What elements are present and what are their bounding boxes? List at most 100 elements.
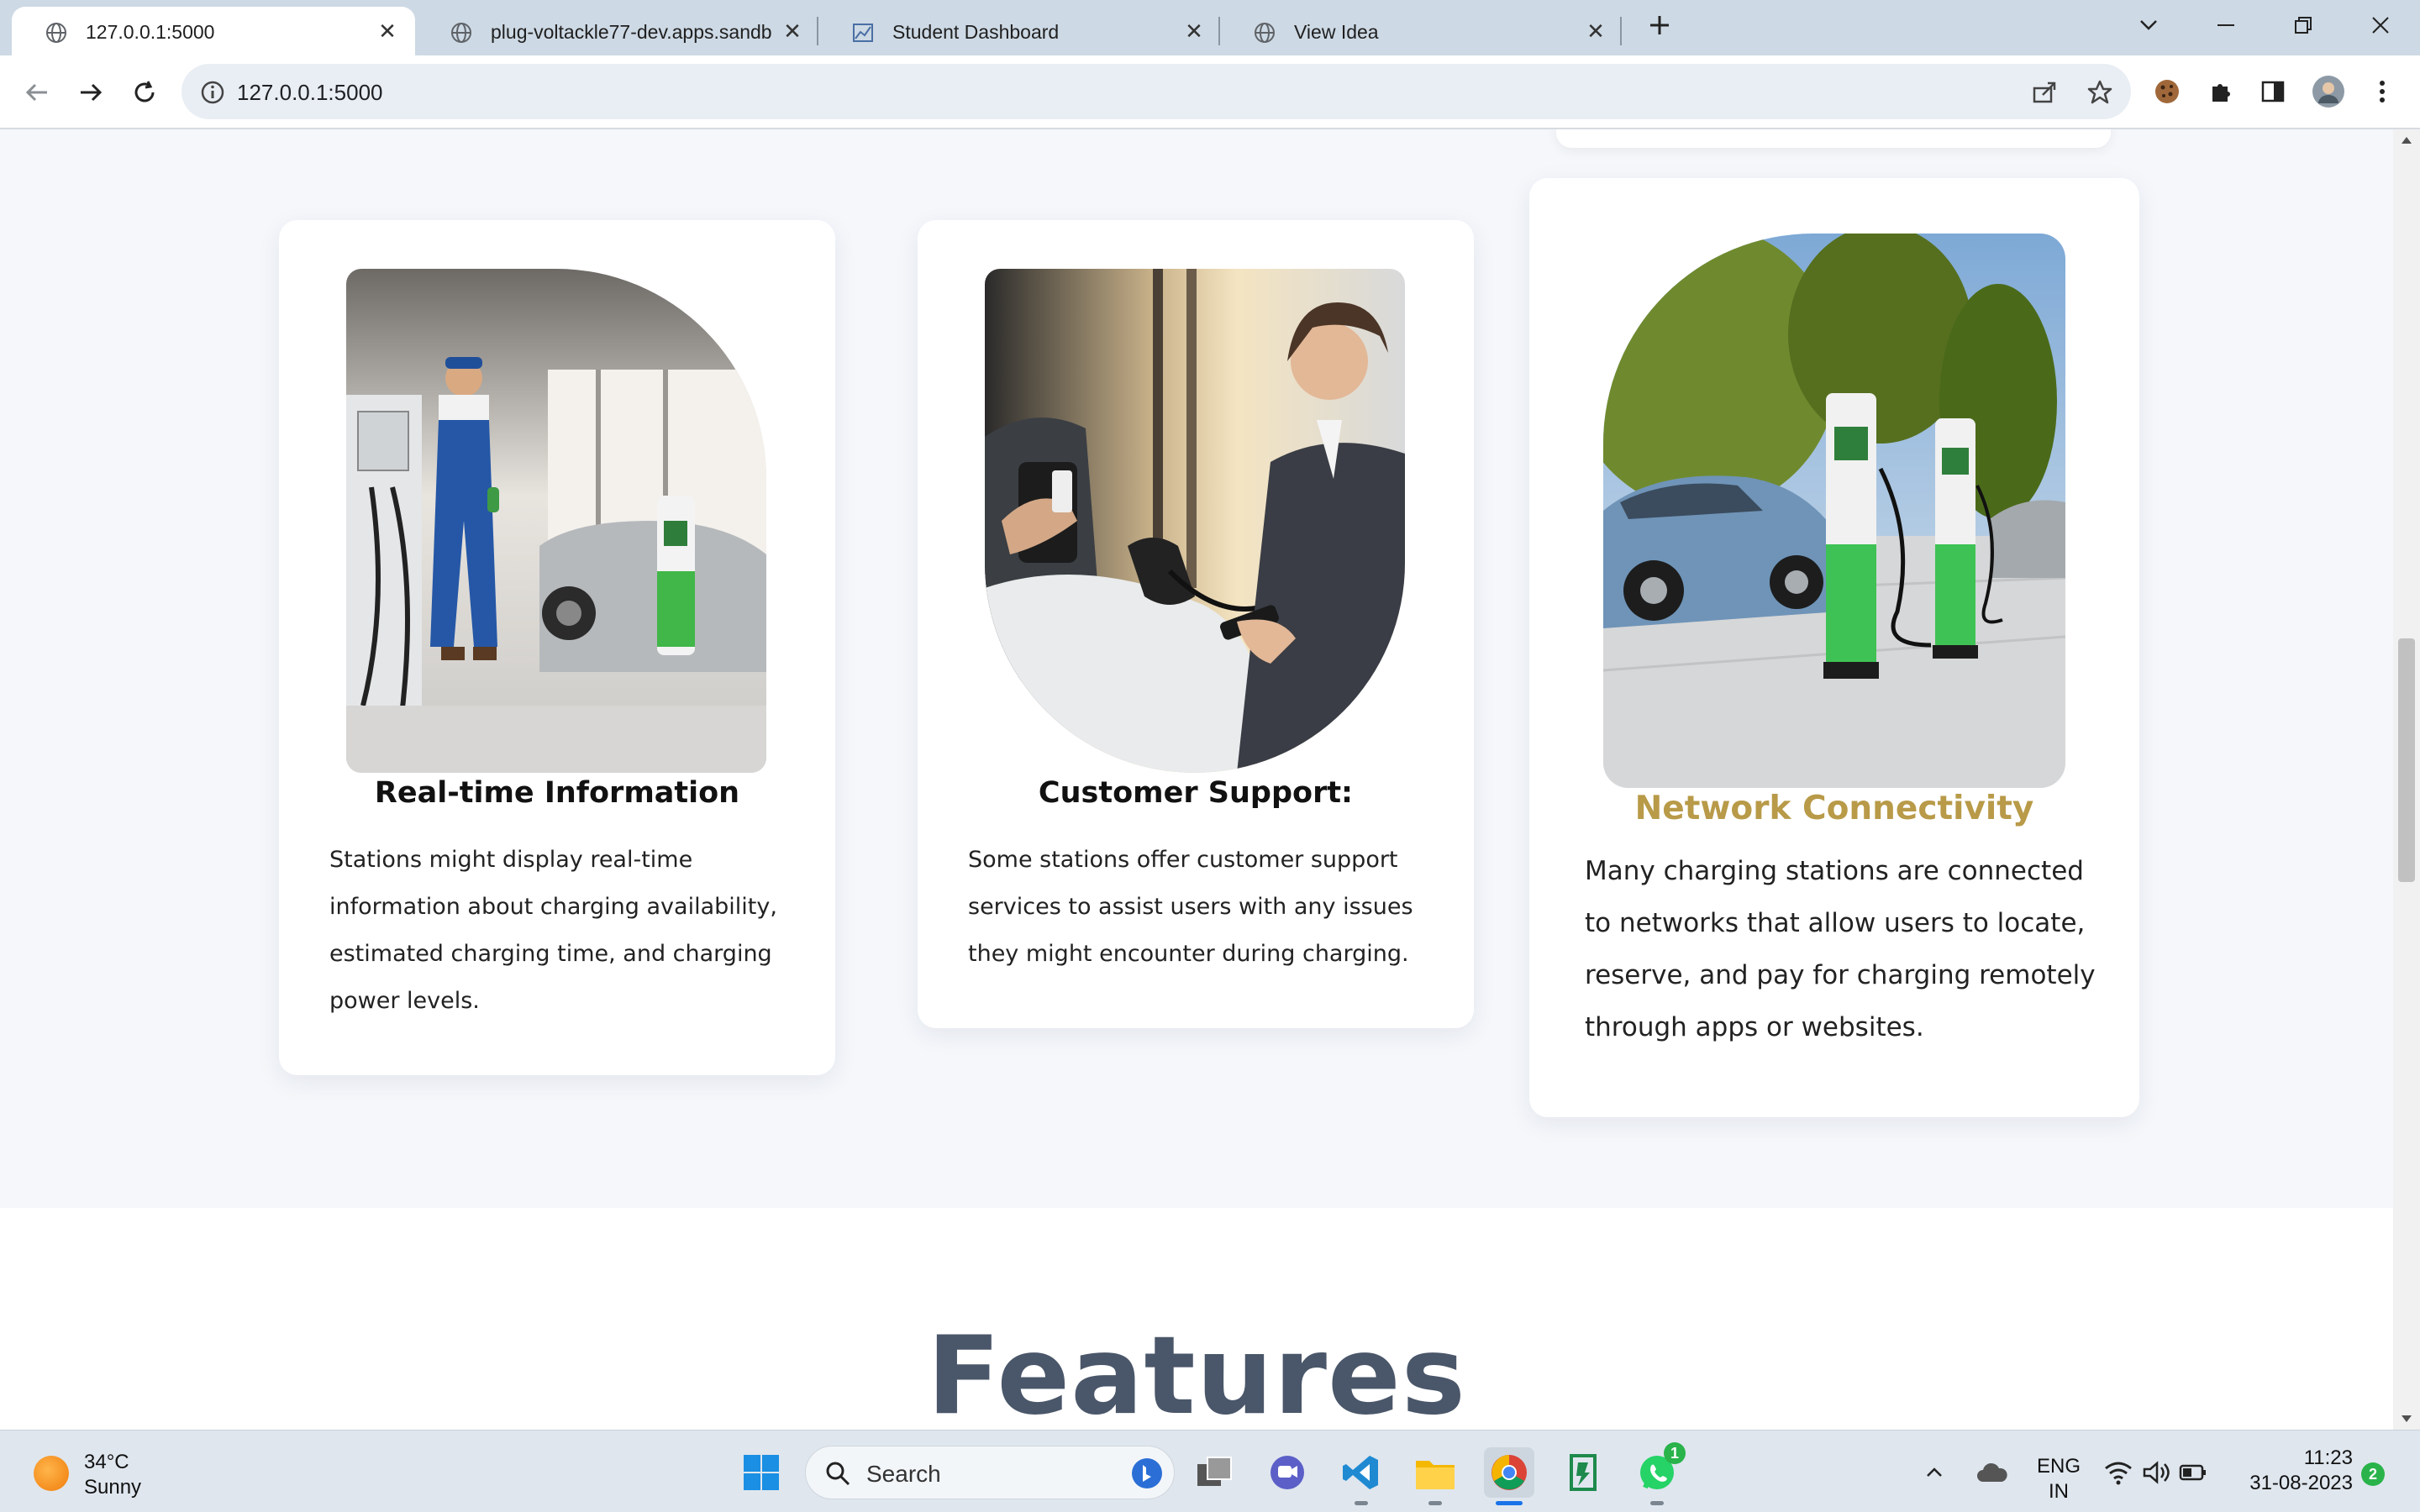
avatar (2312, 76, 2344, 108)
task-view-button[interactable] (1190, 1447, 1240, 1498)
bookmark-star-icon[interactable] (2086, 78, 2114, 107)
previous-card-edge (1556, 129, 2111, 148)
close-tab-icon[interactable]: ✕ (1583, 18, 1608, 44)
extensions-button[interactable] (2202, 72, 2240, 111)
taskbar: 34°C Sunny Search 1 ENG IN 11:23 31-08-2… (0, 1430, 2420, 1512)
tab-search-button[interactable] (2126, 5, 2171, 45)
vscode-icon (1343, 1456, 1378, 1489)
app-button[interactable] (1558, 1447, 1608, 1498)
tab-label: Student Dashboard (892, 21, 1060, 43)
tab-view-idea[interactable]: View Idea ✕ (1220, 7, 1623, 55)
chevron-down-icon (2140, 20, 2157, 30)
weather-temperature: 34°C (84, 1451, 129, 1473)
teams-chat-button[interactable] (1262, 1447, 1313, 1498)
card-title: Network Connectivity (1634, 790, 2034, 827)
info-icon[interactable] (198, 78, 227, 107)
globe-icon (1255, 23, 1275, 43)
tab-student-dashboard[interactable]: Student Dashboard ✕ (818, 7, 1222, 55)
menu-button[interactable] (2363, 72, 2402, 111)
weather-condition: Sunny (84, 1476, 142, 1499)
scroll-up-icon[interactable] (2400, 134, 2413, 148)
features-heading: Features (927, 1314, 1466, 1430)
close-tab-icon[interactable]: ✕ (375, 18, 400, 44)
active-indicator (1496, 1501, 1523, 1505)
cookie-icon (2155, 80, 2179, 103)
dashboard-icon (853, 24, 873, 42)
wifi-icon (2105, 1462, 2132, 1485)
restore-icon (2295, 17, 2312, 34)
whatsapp-button[interactable]: 1 (1632, 1442, 1686, 1498)
whatsapp-badge: 1 (1664, 1442, 1686, 1464)
chrome-button[interactable] (1484, 1447, 1534, 1498)
vscode-button[interactable] (1336, 1447, 1386, 1498)
back-button[interactable] (17, 72, 57, 113)
search-label: Search (866, 1461, 941, 1487)
battery-icon (2179, 1464, 2206, 1481)
tab-localhost[interactable]: 127.0.0.1:5000 ✕ (12, 7, 415, 55)
search-icon (826, 1462, 850, 1486)
share-icon[interactable] (2030, 78, 2059, 107)
running-indicator (1650, 1501, 1664, 1505)
bing-icon[interactable] (1130, 1457, 1164, 1490)
card-title: Real-time Information (374, 776, 740, 810)
feature-card-customer-support: Customer Support: Some stations offer cu… (918, 220, 1474, 1028)
running-indicator (1355, 1501, 1368, 1505)
clock-date: 31-08-2023 (2249, 1472, 2353, 1494)
card-title: Customer Support: (1038, 776, 1354, 810)
address-bar[interactable]: 127.0.0.1:5000 (182, 64, 2131, 119)
taskbar-search[interactable]: Search (805, 1446, 1175, 1499)
notification-badge[interactable]: 2 (2361, 1462, 2385, 1486)
address-url: 127.0.0.1:5000 (237, 80, 383, 105)
more-vertical-icon (2380, 81, 2385, 102)
scroll-down-icon[interactable] (2400, 1411, 2413, 1425)
onedrive-button[interactable] (1971, 1447, 2013, 1498)
clock[interactable]: 11:23 31-08-2023 (2227, 1446, 2353, 1496)
windows-icon (744, 1455, 779, 1490)
side-panel-button[interactable] (2254, 72, 2292, 111)
chrome-icon (1491, 1455, 1527, 1490)
scroll-thumb[interactable] (2398, 638, 2415, 882)
tab-divider (1620, 17, 1622, 45)
volume-icon (2143, 1461, 2170, 1484)
cookie-extension-button[interactable] (2148, 72, 2186, 111)
charging-station-illustration (1603, 234, 2065, 788)
card-description: Some stations offer customer support ser… (968, 847, 1413, 967)
close-tab-icon[interactable]: ✕ (1181, 18, 1207, 44)
reload-button[interactable] (124, 72, 165, 113)
arrow-right-icon (81, 83, 103, 102)
language-indicator[interactable]: ENG IN (2032, 1454, 2086, 1504)
restore-button[interactable] (2281, 5, 2326, 45)
close-window-button[interactable] (2358, 5, 2403, 45)
minimize-button[interactable] (2203, 5, 2249, 45)
file-explorer-button[interactable] (1410, 1447, 1460, 1498)
start-button[interactable] (736, 1447, 786, 1498)
plus-icon (1650, 16, 1669, 34)
close-icon (2372, 17, 2389, 34)
sun-icon (34, 1456, 69, 1491)
show-hidden-icons-button[interactable] (1918, 1447, 1951, 1498)
card-description: Many charging stations are connected to … (1585, 856, 2096, 1042)
cloud-icon (1977, 1462, 2007, 1482)
side-panel-icon (2261, 81, 2285, 102)
new-tab-button[interactable] (1637, 5, 1682, 45)
close-tab-icon[interactable]: ✕ (780, 18, 805, 44)
arrow-left-icon (25, 83, 47, 102)
clock-time: 11:23 (2303, 1446, 2353, 1469)
folder-icon (1416, 1461, 1455, 1489)
language-code: ENG (2036, 1455, 2081, 1478)
weather-widget[interactable]: 34°C Sunny (34, 1446, 202, 1501)
language-region: IN (2049, 1480, 2069, 1503)
system-tray-controls[interactable] (2101, 1447, 2210, 1498)
running-indicator (1428, 1501, 1442, 1505)
card-description: Stations might display real-time informa… (329, 847, 777, 1014)
green-app-icon (1570, 1454, 1597, 1491)
forward-button[interactable] (71, 72, 111, 113)
customer-support-image (985, 269, 1405, 773)
puzzle-icon (2212, 84, 2230, 102)
tab-sandbox[interactable]: plug-voltackle77-dev.apps.sandb ✕ (417, 7, 820, 55)
tab-label: 127.0.0.1:5000 (86, 21, 215, 43)
tab-label: View Idea (1294, 21, 1379, 43)
page-viewport: Real-time Information Stations might dis… (0, 129, 2393, 1430)
profile-button[interactable] (2309, 72, 2348, 111)
page-scrollbar[interactable] (2393, 129, 2420, 1430)
